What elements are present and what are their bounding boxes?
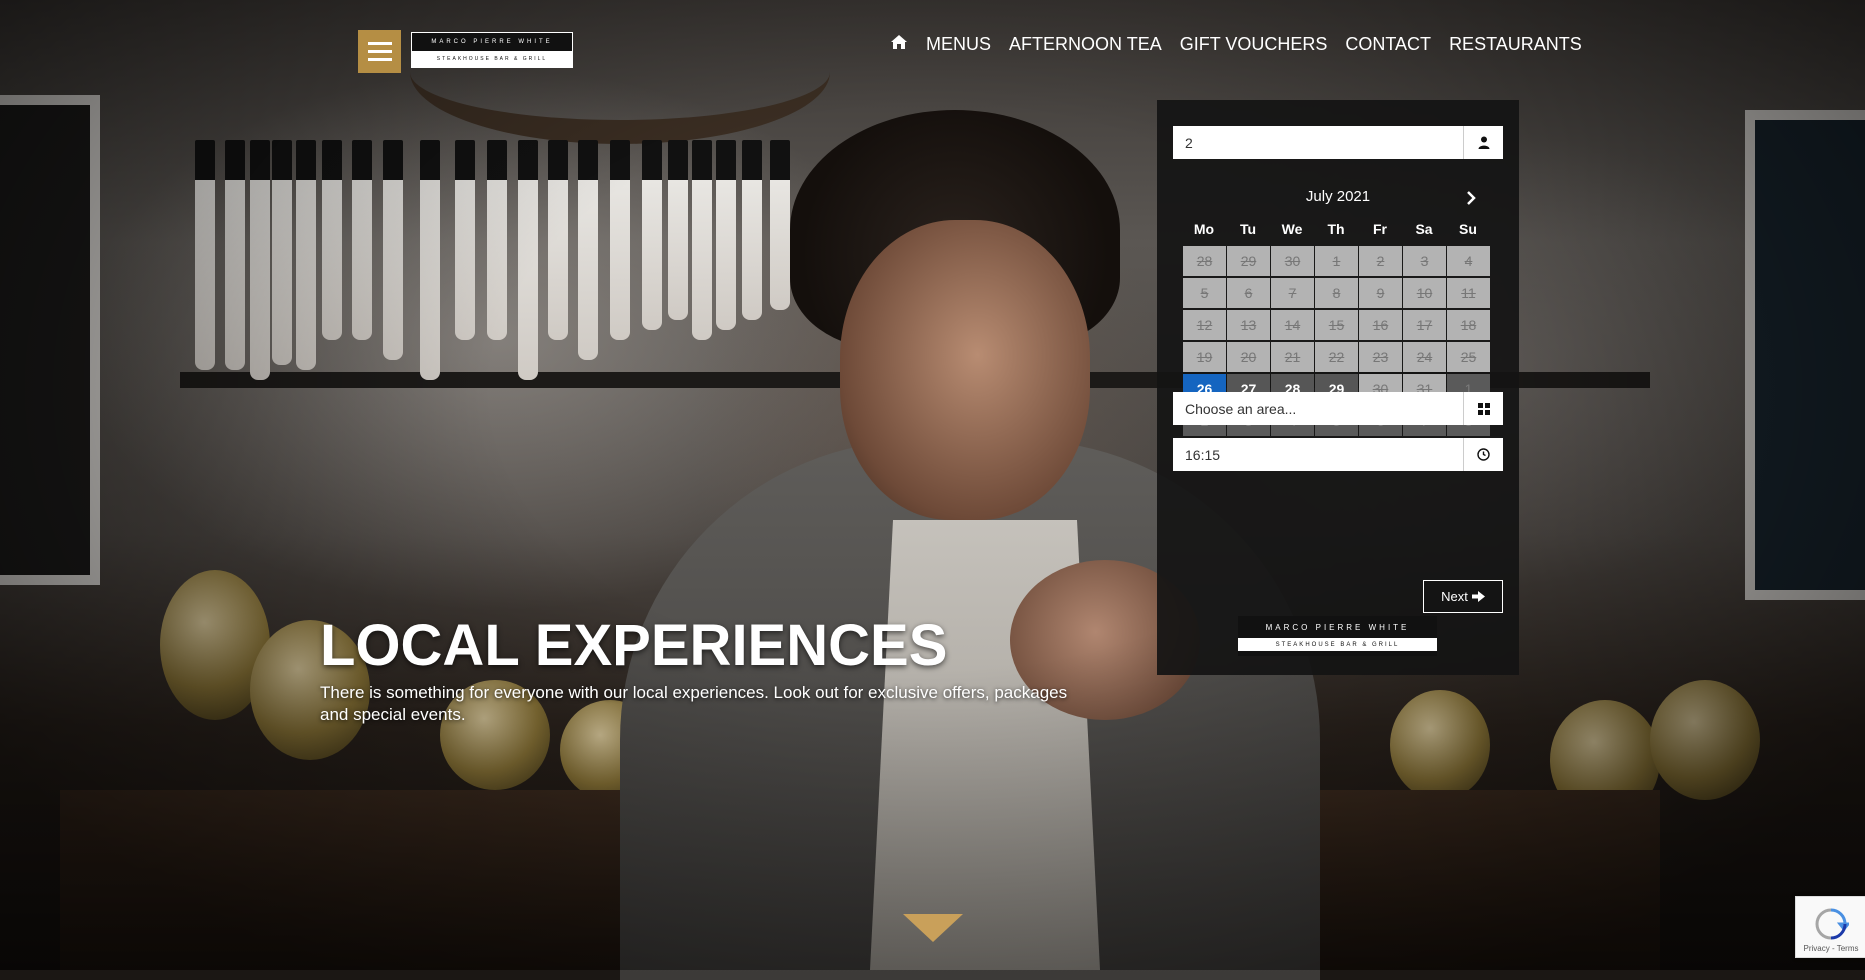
calendar-day: 15 xyxy=(1315,310,1358,340)
weekday-label: Th xyxy=(1327,221,1345,237)
logo-bottom-text: STEAKHOUSE BAR & GRILL xyxy=(412,51,572,67)
weekday-label: Tu xyxy=(1239,221,1257,237)
calendar-day: 29 xyxy=(1227,246,1270,276)
arrow-right-icon xyxy=(1471,591,1485,602)
area-button[interactable] xyxy=(1463,392,1503,425)
calendar-day: 28 xyxy=(1183,246,1226,276)
scroll-down-arrow-icon[interactable] xyxy=(903,914,963,942)
weekday-label: Su xyxy=(1459,221,1477,237)
area-field[interactable]: Choose an area... xyxy=(1173,392,1503,425)
calendar-day: 9 xyxy=(1359,278,1402,308)
calendar-day: 20 xyxy=(1227,342,1270,372)
grid-icon xyxy=(1477,402,1490,415)
nav-gift-vouchers[interactable]: GIFT VOUCHERS xyxy=(1180,34,1328,55)
hamburger-line xyxy=(367,58,392,61)
guests-field[interactable]: 2 xyxy=(1173,126,1503,159)
calendar-weekday-header: Mo Tu We Th Fr Sa Su xyxy=(1182,221,1490,237)
calendar-day: 23 xyxy=(1359,342,1402,372)
calendar-day: 5 xyxy=(1183,278,1226,308)
calendar-day: 11 xyxy=(1447,278,1490,308)
time-value[interactable]: 16:15 xyxy=(1173,447,1463,463)
calendar-day: 19 xyxy=(1183,342,1226,372)
main-nav: MENUS AFTERNOON TEA GIFT VOUCHERS CONTAC… xyxy=(890,34,1582,55)
calendar-day: 8 xyxy=(1315,278,1358,308)
menu-toggle-button[interactable] xyxy=(358,30,401,73)
calendar-day: 22 xyxy=(1315,342,1358,372)
guests-button[interactable] xyxy=(1463,126,1503,159)
calendar-day: 25 xyxy=(1447,342,1490,372)
person-icon xyxy=(1478,136,1489,149)
widget-brand-logo: MARCO PIERRE WHITE STEAKHOUSE BAR & GRIL… xyxy=(1238,616,1437,656)
recaptcha-badge[interactable]: Privacy - Terms xyxy=(1795,896,1865,958)
calendar-day: 10 xyxy=(1403,278,1446,308)
weekday-label: We xyxy=(1281,221,1303,237)
weekday-label: Fr xyxy=(1373,221,1387,237)
calendar-day: 4 xyxy=(1447,246,1490,276)
nav-restaurants[interactable]: RESTAURANTS xyxy=(1449,34,1582,55)
calendar-day: 1 xyxy=(1315,246,1358,276)
calendar-day: 18 xyxy=(1447,310,1490,340)
nav-afternoon-tea[interactable]: AFTERNOON TEA xyxy=(1009,34,1162,55)
calendar-day: 16 xyxy=(1359,310,1402,340)
guests-value[interactable]: 2 xyxy=(1173,135,1463,151)
clock-icon xyxy=(1477,448,1490,461)
next-button-label: Next xyxy=(1441,589,1468,604)
widget-logo-top-text: MARCO PIERRE WHITE xyxy=(1265,622,1410,632)
calendar-day: 21 xyxy=(1271,342,1314,372)
area-placeholder[interactable]: Choose an area... xyxy=(1173,401,1463,417)
calendar-day: 13 xyxy=(1227,310,1270,340)
nav-contact[interactable]: CONTACT xyxy=(1345,34,1431,55)
chevron-right-icon xyxy=(1467,191,1476,205)
hero-description: There is something for everyone with our… xyxy=(320,683,1068,724)
brand-logo[interactable]: MARCO PIERRE WHITE STEAKHOUSE BAR & GRIL… xyxy=(411,32,573,68)
calendar-day: 30 xyxy=(1271,246,1314,276)
hamburger-line xyxy=(367,42,392,45)
widget-logo-bottom-text: STEAKHOUSE BAR & GRILL xyxy=(1238,638,1437,651)
recaptcha-icon xyxy=(1815,908,1849,940)
weekday-label: Sa xyxy=(1415,221,1433,237)
calendar-day: 7 xyxy=(1271,278,1314,308)
home-icon xyxy=(891,35,907,49)
calendar-day: 6 xyxy=(1227,278,1270,308)
time-field[interactable]: 16:15 xyxy=(1173,438,1503,471)
calendar-day: 2 xyxy=(1359,246,1402,276)
hero-title: LOCAL EXPERIENCES xyxy=(320,613,948,678)
booking-widget: 2 July 2021 Mo Tu We Th Fr Sa Su 28 29 30 1… xyxy=(1157,100,1519,675)
logo-top-text: MARCO PIERRE WHITE xyxy=(431,39,553,45)
time-button[interactable] xyxy=(1463,438,1503,471)
calendar-day: 24 xyxy=(1403,342,1446,372)
calendar-day: 17 xyxy=(1403,310,1446,340)
calendar-day: 3 xyxy=(1403,246,1446,276)
vignette-overlay xyxy=(0,0,1865,970)
calendar-day: 14 xyxy=(1271,310,1314,340)
calendar-next-month-button[interactable] xyxy=(1460,187,1482,209)
next-button[interactable]: Next xyxy=(1423,580,1503,613)
recaptcha-links[interactable]: Privacy - Terms xyxy=(1804,944,1859,953)
weekday-label: Mo xyxy=(1193,221,1215,237)
hamburger-line xyxy=(367,50,392,53)
calendar-day: 12 xyxy=(1183,310,1226,340)
nav-menus[interactable]: MENUS xyxy=(926,34,991,55)
home-link[interactable] xyxy=(890,34,908,55)
